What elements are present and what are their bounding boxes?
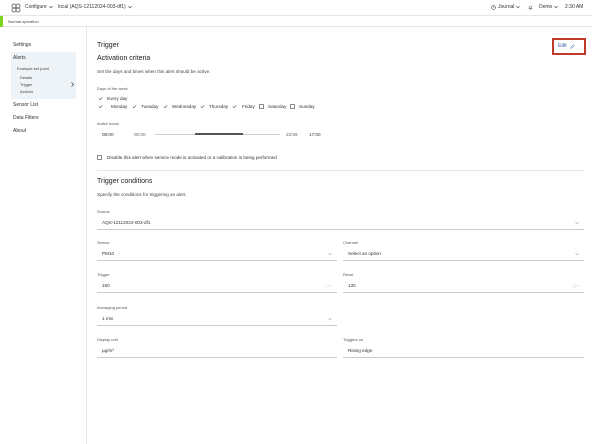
source-value: AQS-12112024-003-df1 [102,220,151,225]
range-min-label: 00:00 [134,132,146,137]
activation-criteria-heading: Activation criteria [97,55,151,62]
chevron-down-icon [328,252,332,256]
configure-menu[interactable]: Configure [25,4,53,10]
source-select[interactable]: AQS-12112024-003-df1 [97,216,584,230]
chevron-right-icon [71,82,74,87]
saturday-label: Saturday [268,104,287,109]
sidebar-item-trigger[interactable]: Trigger [20,82,33,87]
averaging-period-label: Averaging period [97,305,128,310]
triggers-on-field[interactable]: Rising edge [343,344,584,358]
chevron-down-icon [575,221,579,225]
page-title: Trigger [97,42,119,49]
averaging-period-select[interactable]: 1 min [97,312,337,326]
channel-label: Channel [343,240,358,245]
range-max-label: 23:59 [286,132,298,137]
sunday-label: Sunday [299,104,315,109]
display-unit-value: µg/m³ [102,348,114,353]
chevron-down-icon [575,252,579,256]
active-hours-slider-range[interactable] [195,133,243,135]
sidebar-item-about[interactable]: About [13,128,26,134]
section-divider [97,170,584,171]
thursday-label: Thursday [209,104,229,109]
clock-icon [491,4,496,10]
wednesday-label: Wednesday [172,104,197,109]
display-unit-field[interactable]: µg/m³ [97,344,337,358]
sidebar-item-example-set-point[interactable]: Example set point [17,66,49,71]
edit-label: Edit [558,43,567,49]
saturday-checkbox[interactable] [259,104,264,109]
trigger-label: Trigger [97,272,110,277]
averaging-period-value: 1 min [102,316,114,321]
display-unit-label: Display unit [97,337,118,342]
chevron-down-icon [328,317,332,321]
chevron-down-icon [128,5,132,9]
edit-button[interactable]: Edit [558,43,575,49]
trigger-value: 150 [102,283,110,288]
days-of-week-label: Days of the week [97,86,128,91]
channel-select[interactable]: Select an option [343,247,584,261]
trigger-input[interactable]: 150 – | + [97,279,337,293]
sidebar-item-data-filters[interactable]: Data Filters [13,115,39,121]
monday-checkbox[interactable] [98,104,103,109]
every-day-label: Every day [107,96,128,101]
reset-value: 130 [348,283,356,288]
sidebar-item-settings[interactable]: Settings [13,42,31,48]
reset-stepper[interactable]: – | + [571,283,579,288]
sunday-checkbox[interactable] [290,104,295,109]
channel-value: Select an option [348,251,381,256]
reset-input[interactable]: 130 – | + [343,279,584,293]
disable-service-mode-label: Disable this alert when service mode is … [107,155,277,160]
activation-description: Set the days and times when this alert s… [97,69,211,74]
friday-checkbox[interactable] [232,104,237,109]
trigger-conditions-description: Specify the conditions for triggering an… [97,192,187,197]
thursday-checkbox[interactable] [200,104,205,109]
sidebar-item-details[interactable]: Details [20,75,32,80]
triggers-on-label: Triggers on [343,337,364,342]
chevron-down-icon [554,5,559,9]
device-menu[interactable]: local (AQS-12112024-003-df1) [58,4,132,10]
every-day-checkbox[interactable] [98,96,103,101]
device-label: local (AQS-12112024-003-df1) [58,4,126,10]
sensor-select[interactable]: PM10 [97,247,337,261]
status-text: Normal operation [8,19,39,24]
trigger-stepper[interactable]: – | + [324,283,332,288]
tuesday-checkbox[interactable] [132,104,137,109]
user-menu[interactable]: Demo [539,4,559,10]
start-time-input[interactable]: 08:00 [102,132,114,137]
active-hours-label: Active hours [97,121,120,126]
disable-service-mode-checkbox[interactable] [97,155,102,160]
journal-label: Journal [498,4,515,10]
app-logo-icon[interactable] [11,3,21,13]
wednesday-checkbox[interactable] [163,104,168,109]
bell-icon[interactable] [528,5,533,10]
clock-time: 2:30 AM [565,4,584,10]
pencil-icon [569,43,575,49]
user-label: Demo [539,4,553,10]
tuesday-label: Tuesday [141,104,159,109]
sidebar-item-alerts[interactable]: Alerts [13,55,26,61]
main-content [87,27,592,444]
status-bar [0,16,592,27]
end-time-input[interactable]: 17:00 [309,132,321,137]
sidebar-item-sensor-list[interactable]: Sensor List [13,102,38,108]
chevron-down-icon [516,5,521,9]
status-indicator [0,16,3,27]
sidebar-item-actions[interactable]: Actions [20,89,33,94]
reset-label: Reset [343,272,354,277]
sensor-value: PM10 [102,251,115,256]
monday-label: Monday [111,104,128,109]
sensor-label: Sensor [97,240,110,245]
journal-menu[interactable]: Journal [491,4,521,10]
triggers-on-value: Rising edge [348,348,373,353]
friday-label: Friday [242,104,255,109]
configure-label: Configure [25,4,47,10]
chevron-down-icon [48,5,53,9]
source-label: Source [97,209,110,214]
trigger-conditions-heading: Trigger conditions [97,178,153,185]
